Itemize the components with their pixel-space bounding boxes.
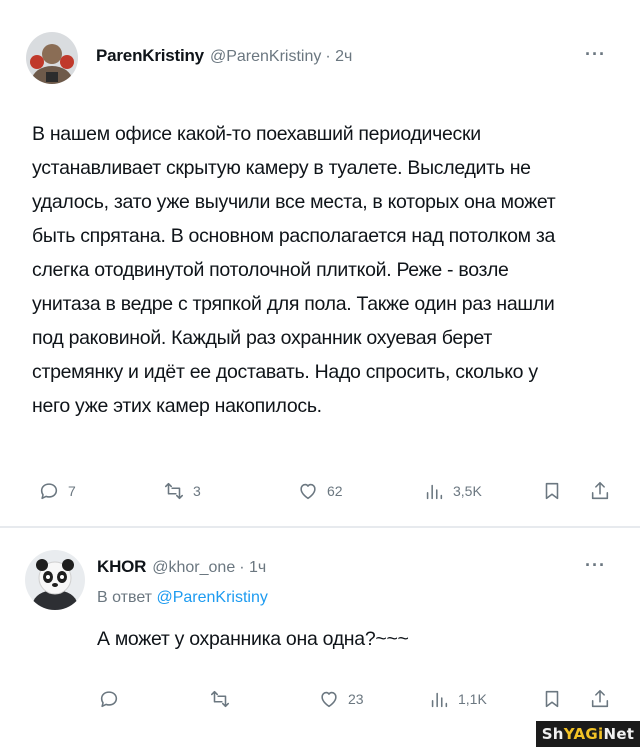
views-icon: [431, 692, 448, 708]
reply-icon: [40, 483, 58, 500]
tweet-header: ParenKristiny @ParenKristiny · 2ч: [96, 46, 352, 66]
reply-author-handle[interactable]: @khor_one: [152, 559, 235, 577]
like-icon: [300, 483, 316, 500]
bookmark-icon: [545, 690, 559, 708]
reply-actions: 23 1,1K: [0, 688, 640, 718]
more-icon[interactable]: ···: [585, 555, 606, 576]
retweet-button[interactable]: 3: [163, 480, 201, 502]
like-icon: [321, 691, 337, 708]
reply-text: А может у охранника она одна?~~~: [97, 628, 409, 650]
author-name[interactable]: ParenKristiny: [96, 46, 204, 66]
tweet-line: унитаза в ведре с тряпкой для пола. Такж…: [32, 293, 555, 315]
like-count: 23: [348, 691, 364, 707]
tweet-line: под раковиной. Каждый раз охранник охуев…: [32, 327, 492, 349]
reply-icon: [100, 691, 118, 708]
avatar-parenkristiny[interactable]: [26, 32, 78, 84]
replying-to-label: В ответ: [97, 589, 153, 606]
like-button[interactable]: 62: [297, 480, 343, 502]
avatar-khor[interactable]: [25, 550, 85, 610]
tweet-text: В нашем офисе какой-то поехавший периоди…: [32, 117, 632, 423]
tweet-line: стремянку и идёт ее доставать. Надо спро…: [32, 361, 538, 383]
replying-to: В ответ @ParenKristiny: [97, 589, 268, 607]
bookmark-button[interactable]: [541, 688, 563, 710]
more-icon[interactable]: ···: [585, 44, 606, 65]
tweet-line: устанавливает скрытую камеру в туалете. …: [32, 157, 531, 179]
tweet-line: быть спрятана. В основном располагается …: [32, 225, 556, 247]
reply-tweet: KHOR @khor_one · 1ч ··· В ответ @ParenKr…: [0, 528, 640, 747]
views-icon: [426, 484, 443, 500]
like-count: 62: [327, 483, 343, 499]
main-tweet: ParenKristiny @ParenKristiny · 2ч ··· В …: [0, 0, 640, 526]
views-button[interactable]: 3,5K: [423, 480, 482, 502]
tweet-actions: 7 3 62 3,5K: [0, 480, 640, 510]
watermark-logo: Sh YAGi Net: [536, 721, 640, 747]
views-count: 1,1K: [458, 691, 487, 707]
reply-author-name[interactable]: KHOR: [97, 557, 146, 577]
views-count: 3,5K: [453, 483, 482, 499]
retweet-icon: [210, 690, 230, 708]
reply-button[interactable]: [98, 688, 128, 710]
tweet-line: него уже этих камер накопилось.: [32, 395, 322, 417]
replying-to-mention[interactable]: @ParenKristiny: [156, 589, 267, 606]
share-icon: [591, 481, 609, 500]
reply-header: KHOR @khor_one · 1ч: [97, 557, 266, 577]
reply-count: 7: [68, 483, 76, 499]
reply-time[interactable]: · 1ч: [239, 559, 266, 577]
tweet-line: удалось, зато уже выучили все места, в к…: [32, 191, 556, 213]
bookmark-icon: [545, 482, 559, 500]
share-button[interactable]: [589, 480, 611, 502]
views-button[interactable]: 1,1K: [428, 688, 487, 710]
author-handle[interactable]: @ParenKristiny: [210, 48, 321, 66]
retweet-count: 3: [193, 483, 201, 499]
share-icon: [591, 689, 609, 708]
tweet-line: слегка отодвинутой потолочной плиткой. Р…: [32, 259, 509, 281]
tweet-line: В нашем офисе какой-то поехавший периоди…: [32, 123, 481, 145]
retweet-button[interactable]: [209, 688, 239, 710]
retweet-icon: [164, 482, 184, 500]
tweet-time[interactable]: · 2ч: [325, 48, 352, 66]
reply-button[interactable]: 7: [38, 480, 76, 502]
share-button[interactable]: [589, 688, 611, 710]
like-button[interactable]: 23: [318, 688, 364, 710]
bookmark-button[interactable]: [541, 480, 563, 502]
